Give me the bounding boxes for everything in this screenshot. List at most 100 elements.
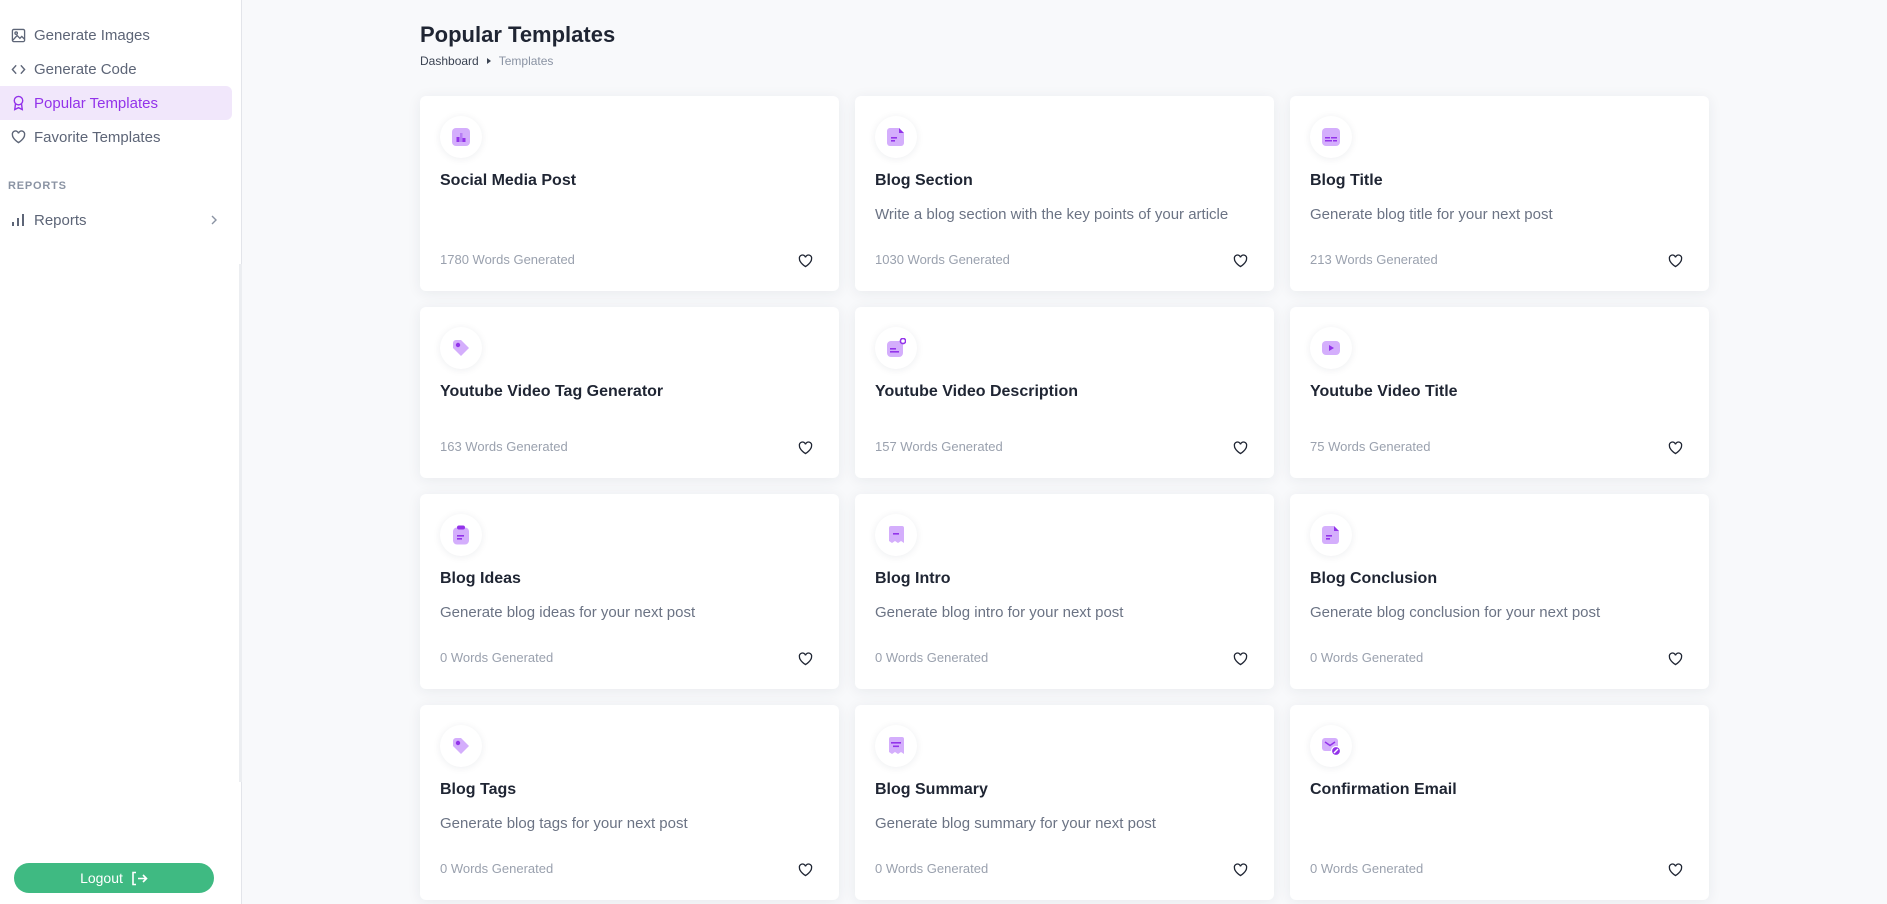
receipt-text-icon <box>889 737 904 754</box>
bar-chart-icon <box>10 212 26 228</box>
template-card-confirmation-email[interactable]: Confirmation Email 0 Words Generated <box>1290 705 1709 900</box>
sidebar-nav: Generate Images Generate Code Popular Te… <box>0 18 232 154</box>
note-badge-icon <box>887 338 906 357</box>
template-word-count: 157 Words Generated <box>875 439 1003 454</box>
sidebar-item-favorite-templates[interactable]: Favorite Templates <box>0 120 232 154</box>
template-description: Generate blog intro for your next post <box>875 604 1124 621</box>
logout-icon <box>131 871 148 886</box>
template-title: Blog Intro <box>875 570 951 587</box>
template-card-blog-conclusion[interactable]: Blog Conclusion Generate blog conclusion… <box>1290 494 1709 689</box>
template-icon-wrap <box>1310 327 1352 369</box>
template-title: Blog Tags <box>440 781 517 798</box>
receipt-icon <box>889 526 904 543</box>
template-card-blog-summary[interactable]: Blog Summary Generate blog summary for y… <box>855 705 1274 900</box>
template-title: Social Media Post <box>440 172 577 189</box>
template-word-count: 0 Words Generated <box>1310 650 1424 665</box>
sidebar-item-label: Generate Code <box>34 60 137 78</box>
heart-icon <box>10 129 26 145</box>
clipboard-icon <box>453 525 469 545</box>
template-description: Generate blog title for your next post <box>1310 206 1553 223</box>
play-icon <box>1322 341 1340 355</box>
template-icon-wrap <box>875 116 917 158</box>
favorite-button[interactable] <box>797 862 813 878</box>
favorite-button[interactable] <box>797 651 813 667</box>
breadcrumb-dashboard[interactable]: Dashboard <box>420 54 479 68</box>
caret-right-icon <box>486 58 491 64</box>
template-title: Youtube Video Tag Generator <box>440 383 664 400</box>
template-icon-wrap <box>440 514 482 556</box>
template-title: Blog Summary <box>875 781 988 798</box>
template-card-blog-title[interactable]: Blog Title Generate blog title for your … <box>1290 96 1709 291</box>
document-icon <box>887 128 904 146</box>
logout-button[interactable]: Logout <box>14 863 214 893</box>
template-icon-wrap <box>440 725 482 767</box>
sidebar-item-reports[interactable]: Reports <box>0 203 232 237</box>
template-icon-wrap <box>440 327 482 369</box>
sidebar-item-generate-images[interactable]: Generate Images <box>0 18 232 52</box>
template-title: Blog Ideas <box>440 570 521 587</box>
template-title: Youtube Video Description <box>875 383 1078 400</box>
template-word-count: 0 Words Generated <box>440 650 554 665</box>
template-card-youtube-video-description[interactable]: Youtube Video Description 157 Words Gene… <box>855 307 1274 478</box>
sidebar-scrollbar[interactable] <box>239 264 242 782</box>
sidebar-item-popular-templates[interactable]: Popular Templates <box>0 86 232 120</box>
code-icon <box>10 61 26 77</box>
template-description: Generate blog conclusion for your next p… <box>1310 604 1601 621</box>
favorite-button[interactable] <box>797 440 813 456</box>
heart-icon <box>798 863 812 877</box>
breadcrumb: Dashboard Templates <box>420 54 553 68</box>
chevron-right-icon <box>210 212 218 229</box>
template-word-count: 75 Words Generated <box>1310 439 1431 454</box>
favorite-button[interactable] <box>1667 651 1683 667</box>
template-card-blog-intro[interactable]: Blog Intro Generate blog intro for your … <box>855 494 1274 689</box>
template-title: Blog Title <box>1310 172 1383 189</box>
image-icon <box>10 27 26 43</box>
favorite-button[interactable] <box>1232 253 1248 269</box>
sidebar: Generate Images Generate Code Popular Te… <box>0 0 242 904</box>
template-card-youtube-video-tag-generator[interactable]: Youtube Video Tag Generator 163 Words Ge… <box>420 307 839 478</box>
template-word-count: 0 Words Generated <box>1310 861 1424 876</box>
logout-label: Logout <box>80 870 123 886</box>
template-title: Blog Section <box>875 172 973 189</box>
template-card-blog-ideas[interactable]: Blog Ideas Generate blog ideas for your … <box>420 494 839 689</box>
template-card-social-media-post[interactable]: Social Media Post 1780 Words Generated <box>420 96 839 291</box>
document-icon <box>1322 526 1339 544</box>
template-icon-wrap <box>440 116 482 158</box>
heart-icon <box>1233 441 1247 455</box>
template-card-youtube-video-title[interactable]: Youtube Video Title 75 Words Generated <box>1290 307 1709 478</box>
template-grid: Social Media Post 1780 Words Generated B… <box>420 96 1709 900</box>
sidebar-item-generate-code[interactable]: Generate Code <box>0 52 232 86</box>
heart-icon <box>798 441 812 455</box>
favorite-button[interactable] <box>1232 440 1248 456</box>
template-word-count: 1780 Words Generated <box>440 252 575 267</box>
template-card-blog-section[interactable]: Blog Section Write a blog section with t… <box>855 96 1274 291</box>
heart-icon <box>798 254 812 268</box>
breadcrumb-templates: Templates <box>498 54 554 68</box>
template-word-count: 163 Words Generated <box>440 439 568 454</box>
heart-icon <box>1668 441 1682 455</box>
tag-icon <box>453 340 469 356</box>
sidebar-item-label: Reports <box>34 211 87 229</box>
template-word-count: 0 Words Generated <box>875 650 989 665</box>
favorite-button[interactable] <box>1232 651 1248 667</box>
heart-icon <box>1668 254 1682 268</box>
template-icon-wrap <box>1310 725 1352 767</box>
template-card-blog-tags[interactable]: Blog Tags Generate blog tags for your ne… <box>420 705 839 900</box>
heart-icon <box>1233 863 1247 877</box>
favorite-button[interactable] <box>1667 862 1683 878</box>
template-icon-wrap <box>875 327 917 369</box>
favorite-button[interactable] <box>797 253 813 269</box>
template-word-count: 213 Words Generated <box>1310 252 1438 267</box>
tag-icon <box>453 738 469 754</box>
heart-icon <box>1233 254 1247 268</box>
heart-icon <box>1668 652 1682 666</box>
heart-icon <box>1668 863 1682 877</box>
favorite-button[interactable] <box>1667 440 1683 456</box>
favorite-button[interactable] <box>1232 862 1248 878</box>
template-icon-wrap <box>1310 116 1352 158</box>
template-icon-wrap <box>1310 514 1352 556</box>
template-word-count: 1030 Words Generated <box>875 252 1010 267</box>
template-icon-wrap <box>875 514 917 556</box>
template-word-count: 0 Words Generated <box>440 861 554 876</box>
favorite-button[interactable] <box>1667 253 1683 269</box>
